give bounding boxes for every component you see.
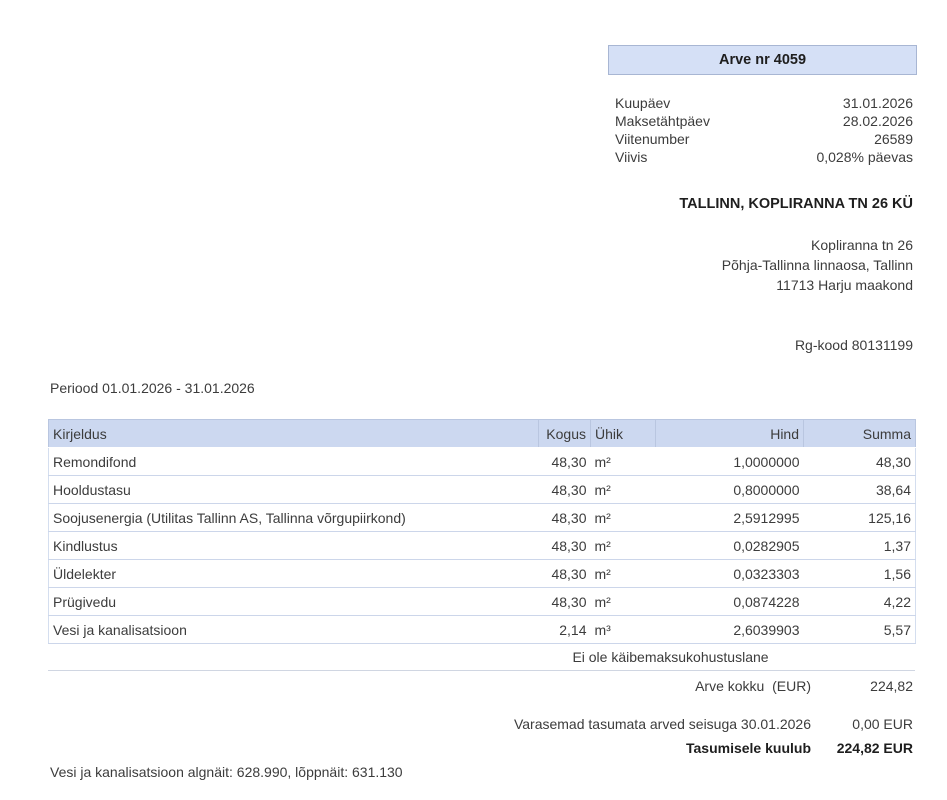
meta-row-due-date: Maksetähtpäev 28.02.2026 [608,112,917,130]
invoice-total-value: 224,82 [811,676,915,696]
meta-value: 31.01.2026 [843,94,913,112]
cell-unit: m² [591,476,656,504]
cell-quantity: 48,30 [539,504,591,532]
cell-price: 1,0000000 [656,448,804,476]
amount-due-value: 224,82 EUR [811,738,915,758]
cell-description: Soojusenergia (Utilitas Tallinn AS, Tall… [49,504,539,532]
table-row: Prügivedu 48,30 m² 0,0874228 4,22 [49,588,916,616]
cell-price: 2,5912995 [656,504,804,532]
meta-value: 28.02.2026 [843,112,913,130]
column-header-sum: Summa [804,420,916,448]
invoice-title-box: Arve nr 4059 [608,45,917,75]
invoice-total-label: Arve kokku (EUR) [695,676,811,696]
cell-unit: m² [591,560,656,588]
address-line: Põhja-Tallinna linnaosa, Tallinn [508,255,913,275]
cell-unit: m² [591,504,656,532]
cell-description: Prügivedu [49,588,539,616]
previous-unpaid-row: Varasemad tasumata arved seisuga 30.01.2… [48,714,915,734]
cell-sum: 5,57 [804,616,916,644]
meta-label: Kuupäev [615,94,670,112]
address-block: Kopliranna tn 26 Põhja-Tallinna linnaosa… [508,235,913,295]
meta-value: 26589 [874,130,913,148]
column-header-quantity: Kogus [539,420,591,448]
cell-quantity: 2,14 [539,616,591,644]
cell-description: Üldelekter [49,560,539,588]
invoice-total-row: Arve kokku (EUR) 224,82 [48,676,915,696]
cell-sum: 1,37 [804,532,916,560]
billing-period: Periood 01.01.2026 - 31.01.2026 [50,380,255,396]
cell-description: Kindlustus [49,532,539,560]
cell-sum: 48,30 [804,448,916,476]
meta-label: Viitenumber [615,130,689,148]
registry-code: Rg-kood 80131199 [608,337,913,353]
meta-label: Viivis [615,148,647,166]
cell-sum: 125,16 [804,504,916,532]
cell-quantity: 48,30 [539,476,591,504]
cell-quantity: 48,30 [539,588,591,616]
cell-price: 0,0874228 [656,588,804,616]
table-row: Vesi ja kanalisatsioon 2,14 m³ 2,6039903… [49,616,916,644]
cell-quantity: 48,30 [539,532,591,560]
organization-name: TALLINN, KOPLIRANNA TN 26 KÜ [408,196,913,212]
cell-description: Remondifond [49,448,539,476]
meter-readings-note: Vesi ja kanalisatsioon algnäit: 628.990,… [50,764,403,780]
address-line: Kopliranna tn 26 [508,235,913,255]
amount-due-row: Tasumisele kuulub 224,82 EUR [48,738,915,758]
column-header-price: Hind [656,420,804,448]
meta-label: Maksetähtpäev [615,112,710,130]
invoice-meta-list: Kuupäev 31.01.2026 Maksetähtpäev 28.02.2… [608,94,917,166]
table-row: Soojusenergia (Utilitas Tallinn AS, Tall… [49,504,916,532]
invoice-title: Arve nr 4059 [719,52,806,68]
previous-unpaid-value: 0,00 EUR [811,714,915,734]
meta-row-reference-number: Viitenumber 26589 [608,130,917,148]
cell-price: 2,6039903 [656,616,804,644]
meta-row-date: Kuupäev 31.01.2026 [608,94,917,112]
amount-due-label: Tasumisele kuulub [686,738,811,758]
column-header-description: Kirjeldus [49,420,539,448]
meta-row-late-fee: Viivis 0,028% päevas [608,148,917,166]
cell-unit: m² [591,448,656,476]
cell-unit: m² [591,532,656,560]
table-row: Üldelekter 48,30 m² 0,0323303 1,56 [49,560,916,588]
meta-value: 0,028% päevas [816,148,913,166]
cell-price: 0,0282905 [656,532,804,560]
table-row: Kindlustus 48,30 m² 0,0282905 1,37 [49,532,916,560]
cell-sum: 4,22 [804,588,916,616]
cell-price: 0,0323303 [656,560,804,588]
cell-description: Hooldustasu [49,476,539,504]
column-header-unit: Ühik [591,420,656,448]
cell-price: 0,8000000 [656,476,804,504]
invoice-page: Arve nr 4059 Kuupäev 31.01.2026 Maksetäh… [0,0,947,800]
invoice-items-table: Kirjeldus Kogus Ühik Hind Summa Remondif… [48,419,916,644]
cell-quantity: 48,30 [539,560,591,588]
cell-sum: 38,64 [804,476,916,504]
cell-description: Vesi ja kanalisatsioon [49,616,539,644]
tax-note-row: Ei ole käibemaksukohustuslane [48,644,915,671]
cell-sum: 1,56 [804,560,916,588]
table-row: Hooldustasu 48,30 m² 0,8000000 38,64 [49,476,916,504]
cell-quantity: 48,30 [539,448,591,476]
address-line: 11713 Harju maakond [508,275,913,295]
table-header-row: Kirjeldus Kogus Ühik Hind Summa [49,420,916,448]
tax-note: Ei ole käibemaksukohustuslane [538,644,803,670]
cell-unit: m³ [591,616,656,644]
previous-unpaid-label: Varasemad tasumata arved seisuga 30.01.2… [514,714,811,734]
table-row: Remondifond 48,30 m² 1,0000000 48,30 [49,448,916,476]
cell-unit: m² [591,588,656,616]
